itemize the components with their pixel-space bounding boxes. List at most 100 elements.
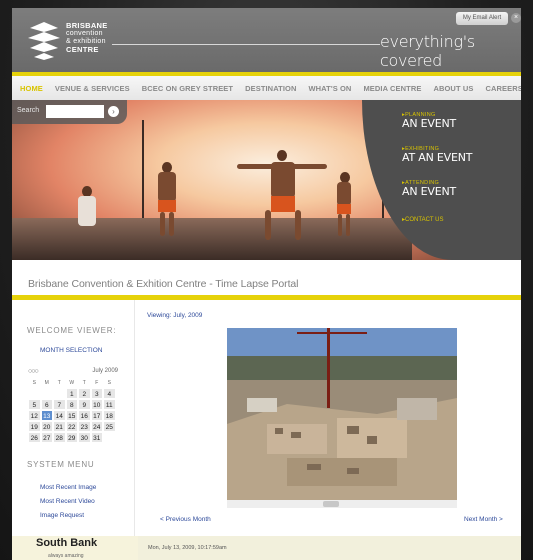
search-input[interactable] [46, 105, 104, 118]
search-go-icon[interactable]: › [108, 106, 119, 117]
logo-mark-icon [28, 22, 60, 60]
image-timestamp: Mon, July 13, 2009, 10:17:59am [148, 545, 227, 551]
calendar-day[interactable]: 11 [103, 399, 116, 410]
weekday-label: T [82, 380, 86, 386]
calendar-weekdays: S M T W T F S [28, 380, 118, 386]
calendar-empty-cell [40, 388, 53, 399]
weekday-label: T [57, 380, 61, 386]
calendar-grid: 1 2 3 4 5 6 7 8 9 10 11 12 13 14 15 16 17 18 19 20 21 22 23 24 2… [28, 388, 118, 443]
calendar-day[interactable]: 5 [28, 399, 41, 410]
calendar-nav-icon[interactable]: ○○○ [28, 368, 39, 375]
event-link-planning[interactable]: PLANNING AN EVENT [402, 112, 456, 130]
image-request-link[interactable]: Image Request [40, 512, 84, 519]
weekday-label: F [95, 380, 99, 386]
weekday-label: S [107, 380, 111, 386]
contact-us-link[interactable]: CONTACT US [402, 216, 443, 223]
calendar-day[interactable]: 26 [28, 432, 41, 443]
search-bar: Search › [12, 100, 127, 124]
weekday-label: S [32, 380, 36, 386]
month-selection-link[interactable]: MONTH SELECTION [40, 347, 102, 354]
calendar-day[interactable]: 4 [103, 388, 116, 399]
calendar-day[interactable]: 2 [78, 388, 91, 399]
search-label: Search [17, 107, 40, 114]
calendar: ○○○ July 2009 S M T W T F S 1 2 3 4 5 6 7 8 9 10 1… [28, 368, 118, 443]
calendar-day[interactable]: 12 [28, 410, 41, 421]
time-lapse-image[interactable] [227, 328, 457, 500]
south-bank-tagline: always amazing [48, 553, 84, 559]
nav-item-about-us[interactable]: ABOUT US [433, 84, 473, 93]
calendar-day[interactable]: 19 [28, 421, 41, 432]
most-recent-video-link[interactable]: Most Recent Video [40, 498, 95, 505]
nav-item-media-centre[interactable]: MEDIA CENTRE [363, 84, 421, 93]
calendar-day[interactable]: 23 [78, 421, 91, 432]
calendar-day[interactable]: 1 [65, 388, 78, 399]
event-link-big: AN EVENT [402, 117, 457, 130]
calendar-day[interactable]: 14 [53, 410, 66, 421]
nav-item-bcec-grey-street[interactable]: BCEC ON GREY STREET [142, 84, 233, 93]
page-title: Brisbane Convention & Exhition Centre - … [28, 278, 299, 290]
calendar-day[interactable]: 25 [103, 421, 116, 432]
site-header: BRISBANE convention & exhibition CENTRE … [12, 8, 521, 72]
bcec-logo[interactable]: BRISBANE convention & exhibition CENTRE [26, 18, 136, 62]
logo-line: convention [66, 30, 103, 37]
nav-item-destination[interactable]: DESTINATION [245, 84, 296, 93]
nav-item-whats-on[interactable]: WHAT'S ON [308, 84, 351, 93]
calendar-month: July 2009 [92, 368, 118, 374]
calendar-empty-cell [53, 388, 66, 399]
viewing-label: Viewing: July, 2009 [147, 312, 203, 319]
calendar-day[interactable]: 9 [78, 399, 91, 410]
system-menu-heading: SYSTEM MENU [27, 460, 95, 469]
stage-floor [12, 218, 412, 260]
event-link-big: AT AN EVENT [402, 151, 473, 164]
calendar-day[interactable]: 30 [78, 432, 91, 443]
image-slider[interactable] [227, 500, 457, 508]
calendar-day[interactable]: 18 [103, 410, 116, 421]
previous-month-link[interactable]: < Previous Month [160, 516, 211, 523]
weekday-label: W [69, 380, 75, 386]
most-recent-image-link[interactable]: Most Recent Image [40, 484, 96, 491]
stage-pole [142, 120, 144, 230]
calendar-day[interactable]: 24 [90, 421, 103, 432]
close-icon[interactable]: × [511, 13, 521, 23]
page-frame: BRISBANE convention & exhibition CENTRE … [12, 8, 521, 560]
event-link-attending[interactable]: ATTENDING AN EVENT [402, 180, 456, 198]
calendar-day[interactable]: 8 [65, 399, 78, 410]
calendar-day[interactable]: 16 [78, 410, 91, 421]
calendar-day[interactable]: 10 [90, 399, 103, 410]
calendar-day[interactable]: 6 [40, 399, 53, 410]
calendar-empty-cell [28, 388, 41, 399]
nav-item-home[interactable]: HOME [20, 84, 43, 93]
calendar-day[interactable]: 3 [90, 388, 103, 399]
slider-handle[interactable] [323, 501, 339, 507]
south-bank-logo[interactable]: South Bank [36, 537, 97, 549]
calendar-day[interactable]: 22 [65, 421, 78, 432]
calendar-empty-cell [103, 432, 116, 443]
tagline: everything's covered [380, 32, 475, 70]
main-nav: HOME VENUE & SERVICES BCEC ON GREY STREE… [12, 76, 521, 100]
nav-item-venue-services[interactable]: VENUE & SERVICES [55, 84, 130, 93]
calendar-day[interactable]: 21 [53, 421, 66, 432]
logo-line: CENTRE [66, 45, 99, 54]
calendar-day[interactable]: 13 [40, 410, 53, 421]
calendar-day[interactable]: 7 [53, 399, 66, 410]
calendar-day[interactable]: 27 [40, 432, 53, 443]
construction-photo [227, 328, 457, 500]
calendar-day[interactable]: 15 [65, 410, 78, 421]
nav-item-careers[interactable]: CAREERS [485, 84, 521, 93]
tagline-divider [112, 44, 380, 45]
hero-banner: Search › PLANNING AN EVENT EXHIBITING AT… [12, 100, 521, 260]
calendar-day[interactable]: 31 [90, 432, 103, 443]
next-month-link[interactable]: Next Month > [464, 516, 503, 523]
email-alert-button[interactable]: My Email Alert [456, 12, 508, 25]
welcome-heading: WELCOME VIEWER: [27, 326, 117, 335]
calendar-day[interactable]: 20 [40, 421, 53, 432]
calendar-day[interactable]: 29 [65, 432, 78, 443]
weekday-label: M [44, 380, 49, 386]
logo-text: BRISBANE convention & exhibition CENTRE [66, 22, 108, 54]
event-link-exhibiting[interactable]: EXHIBITING AT AN EVENT [402, 146, 473, 164]
calendar-header: ○○○ July 2009 [28, 368, 118, 378]
calendar-day[interactable]: 17 [90, 410, 103, 421]
logo-line: BRISBANE [66, 21, 108, 30]
event-link-big: AN EVENT [402, 185, 457, 198]
calendar-day[interactable]: 28 [53, 432, 66, 443]
